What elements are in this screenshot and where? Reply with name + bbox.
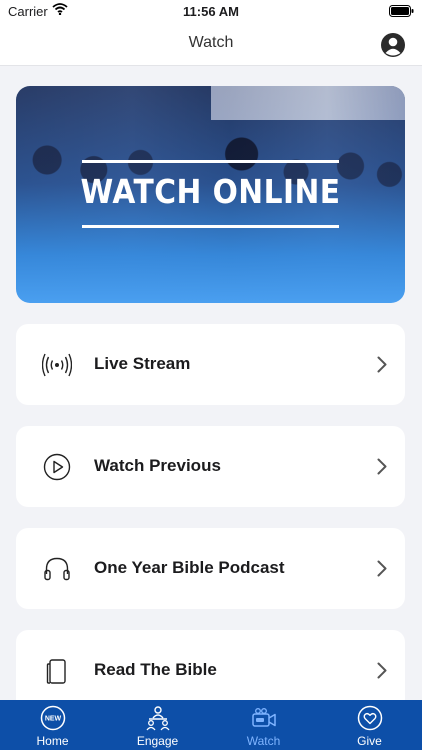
tab-label: Give xyxy=(357,734,382,748)
watch-online-banner[interactable]: WATCH ONLINE xyxy=(16,86,405,303)
banner-rule-bottom xyxy=(82,225,339,228)
tab-watch[interactable]: Watch xyxy=(211,700,316,750)
menu-item-read-bible[interactable]: Read The Bible xyxy=(16,630,405,711)
broadcast-icon xyxy=(41,350,73,380)
banner-title: WATCH ONLINE xyxy=(80,172,341,211)
new-badge-icon: NEW xyxy=(40,705,66,731)
status-bar: Carrier 11:56 AM xyxy=(0,0,422,22)
banner-screen xyxy=(211,86,405,120)
tab-label: Watch xyxy=(246,734,281,748)
tab-label: Home xyxy=(36,734,69,748)
chevron-right-icon xyxy=(377,458,387,475)
tab-bar: NEW Home Engage Watch Give xyxy=(0,700,422,750)
svg-text:NEW: NEW xyxy=(45,716,62,723)
clock: 11:56 AM xyxy=(183,4,239,19)
tab-home[interactable]: NEW Home xyxy=(0,700,105,750)
menu-item-label: Watch Previous xyxy=(94,456,221,475)
menu-item-live-stream[interactable]: Live Stream xyxy=(16,324,405,405)
page-title: Watch xyxy=(188,34,234,51)
navigation-bar: Watch xyxy=(0,22,422,66)
menu-item-bible-podcast[interactable]: One Year Bible Podcast xyxy=(16,528,405,609)
people-group-icon xyxy=(145,705,171,731)
headphones-icon xyxy=(42,554,72,584)
tab-engage[interactable]: Engage xyxy=(105,700,210,750)
chevron-right-icon xyxy=(377,356,387,373)
chevron-right-icon xyxy=(377,662,387,679)
battery-icon xyxy=(389,5,414,20)
menu-item-label: Live Stream xyxy=(94,354,191,373)
chevron-right-icon xyxy=(377,560,387,577)
menu-item-label: Read The Bible xyxy=(94,660,217,679)
book-icon xyxy=(42,656,72,686)
video-camera-icon xyxy=(251,705,277,731)
menu-item-watch-previous[interactable]: Watch Previous xyxy=(16,426,405,507)
heart-circle-icon xyxy=(357,705,383,731)
play-circle-icon xyxy=(42,452,72,482)
banner-rule-top xyxy=(82,160,339,163)
profile-icon[interactable] xyxy=(380,32,406,58)
tab-give[interactable]: Give xyxy=(317,700,422,750)
tab-label: Engage xyxy=(136,734,179,748)
menu-item-label: One Year Bible Podcast xyxy=(94,558,285,577)
